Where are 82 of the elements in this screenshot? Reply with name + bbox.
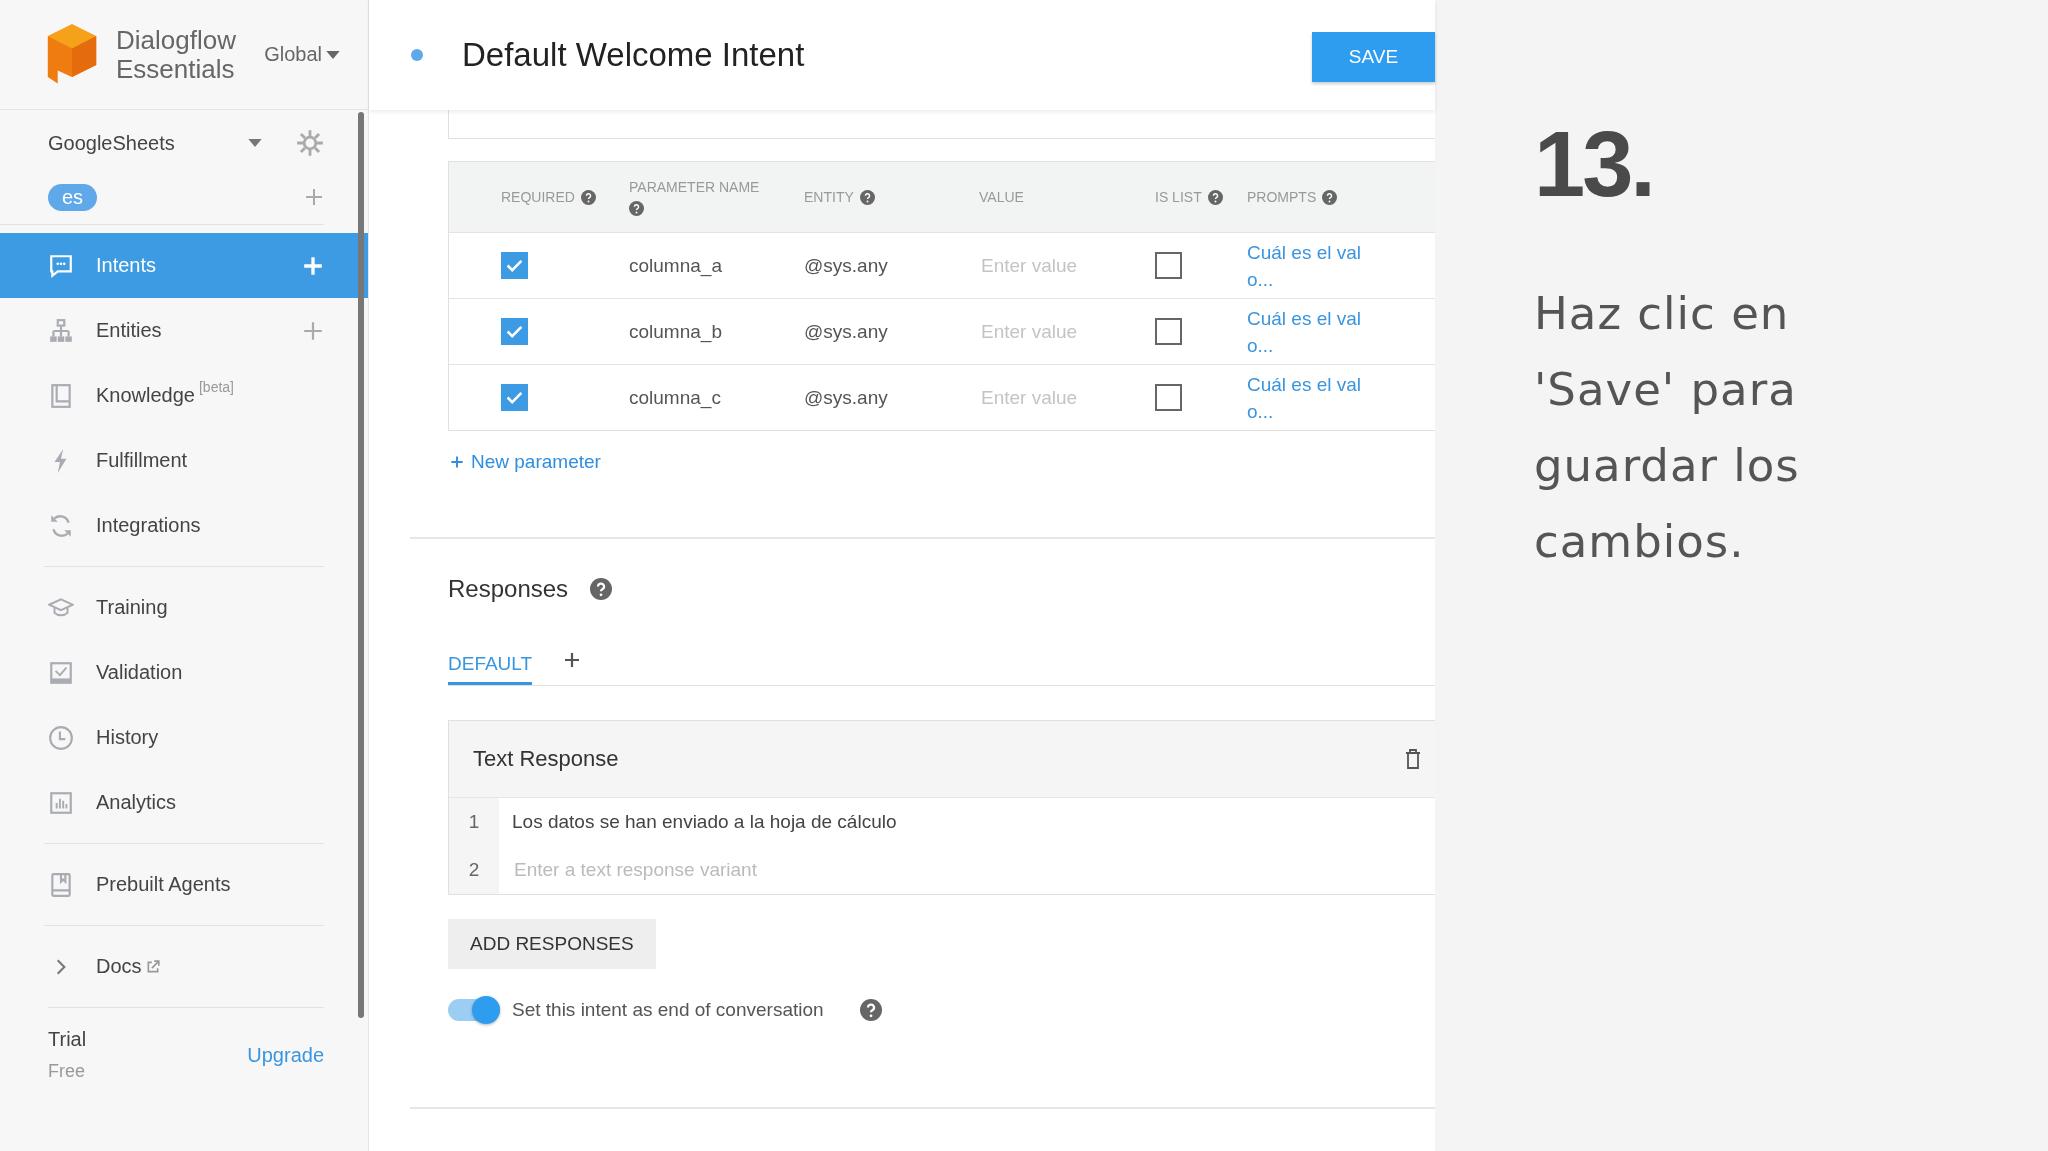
nav-label: Knowledge <box>96 384 195 407</box>
toggle-switch[interactable] <box>448 999 500 1021</box>
clock-icon <box>48 724 74 751</box>
book-icon <box>48 382 74 409</box>
table-cell-text: @sys.any <box>804 254 889 277</box>
checkbox[interactable] <box>501 384 528 411</box>
plan-name: Trial <box>48 1028 87 1051</box>
book-with-bookmark-icon <box>48 871 74 898</box>
help-icon[interactable] <box>859 189 875 205</box>
help-icon[interactable] <box>1207 189 1223 205</box>
section-title: Responses <box>448 575 569 603</box>
table-cell-text: @sys.any <box>804 386 889 409</box>
beta-label: [beta] <box>198 379 234 395</box>
caret-icon[interactable] <box>248 139 262 147</box>
help-icon[interactable] <box>1322 189 1338 205</box>
table-cell-text: columna_c <box>629 386 722 409</box>
add-responses-button[interactable]: ADD RESPONSES <box>448 919 656 969</box>
hierarchy-icon <box>48 317 74 344</box>
nav-label: Validation <box>96 661 183 684</box>
intent-title: Default Welcome Intent <box>462 36 805 74</box>
line-number: 1 <box>449 798 499 846</box>
nav-item[interactable]: History <box>0 705 368 770</box>
table-cell-text: columna_b <box>629 320 723 343</box>
region-dropdown[interactable]: Global <box>264 43 340 66</box>
input-field[interactable] <box>448 110 1435 139</box>
nav-item[interactable]: Prebuilt Agents <box>0 852 368 917</box>
unsaved-dot-icon <box>411 49 423 61</box>
caret-icon <box>326 50 340 59</box>
table-cell-text: columna_a <box>629 254 723 277</box>
column-header: IS LIST <box>1155 189 1202 205</box>
column-header: PROMPTS <box>1247 189 1317 205</box>
nav-item[interactable]: Entities <box>0 298 368 363</box>
nav-item[interactable]: Fulfillment <box>0 428 368 493</box>
nav-label: Prebuilt Agents <box>96 873 231 896</box>
line-number: 2 <box>449 846 499 894</box>
plan-detail: Free <box>48 1061 86 1082</box>
nav-item[interactable]: Integrations <box>0 493 368 558</box>
chat-bubble-icon <box>48 252 74 279</box>
trash-icon[interactable] <box>1405 749 1421 769</box>
column-header: ENTITY <box>804 189 854 205</box>
nav-label: Docs <box>96 955 142 978</box>
nav-label: Integrations <box>96 514 201 537</box>
checkbox[interactable] <box>1155 384 1182 411</box>
checklist-icon <box>48 659 74 686</box>
checkbox[interactable] <box>501 318 528 345</box>
column-header: PARAMETER NAME <box>629 178 760 195</box>
nav-item[interactable]: Analytics <box>0 770 368 835</box>
value-field[interactable]: Enter value <box>979 253 1143 278</box>
nav-item[interactable]: Validation <box>0 640 368 705</box>
toggle-label: Set this intent as end of conversation <box>512 999 824 1021</box>
checkbox[interactable] <box>1155 318 1182 345</box>
nav-label: Fulfillment <box>96 449 188 472</box>
table-cell-text: @sys.any <box>804 320 889 343</box>
add-icon <box>449 454 465 470</box>
product-name: Dialogflow Essentials <box>116 25 236 84</box>
help-icon[interactable] <box>859 999 882 1021</box>
new-parameter-link[interactable]: New parameter <box>449 451 1435 473</box>
value-field[interactable]: Enter value <box>979 319 1143 344</box>
help-icon[interactable] <box>629 200 644 216</box>
checkbox[interactable] <box>501 252 528 279</box>
checkbox[interactable] <box>1155 252 1182 279</box>
column-header: REQUIRED <box>501 189 575 205</box>
nav-label: Training <box>96 596 168 619</box>
nav-label: Analytics <box>96 791 177 814</box>
help-icon[interactable] <box>590 578 613 600</box>
sync-arrows-icon <box>48 512 74 539</box>
nav-label: Intents <box>96 254 157 277</box>
card-title: Text Response <box>473 746 619 772</box>
nav-item[interactable]: Docs <box>0 934 368 999</box>
nav-item[interactable]: Training <box>0 575 368 640</box>
response-field[interactable]: Enter a text response variant <box>512 858 1016 882</box>
instruction-text: Haz clic en 'Save' para guardar los cambios. <box>1534 286 1801 570</box>
agent-dropdown[interactable]: GoogleSheets <box>48 131 175 155</box>
scrollbar[interactable] <box>358 112 364 1018</box>
nav-label: Entities <box>96 319 162 342</box>
nav-label: History <box>96 726 159 749</box>
response-text[interactable]: Los datos se han enviado a la hoja de cálculo <box>512 811 897 833</box>
value-field[interactable]: Enter value <box>979 385 1143 410</box>
bar-chart-icon <box>48 789 74 816</box>
step-number: 13. <box>1534 118 1654 210</box>
help-icon[interactable] <box>580 189 596 205</box>
column-header: VALUE <box>979 189 1024 205</box>
